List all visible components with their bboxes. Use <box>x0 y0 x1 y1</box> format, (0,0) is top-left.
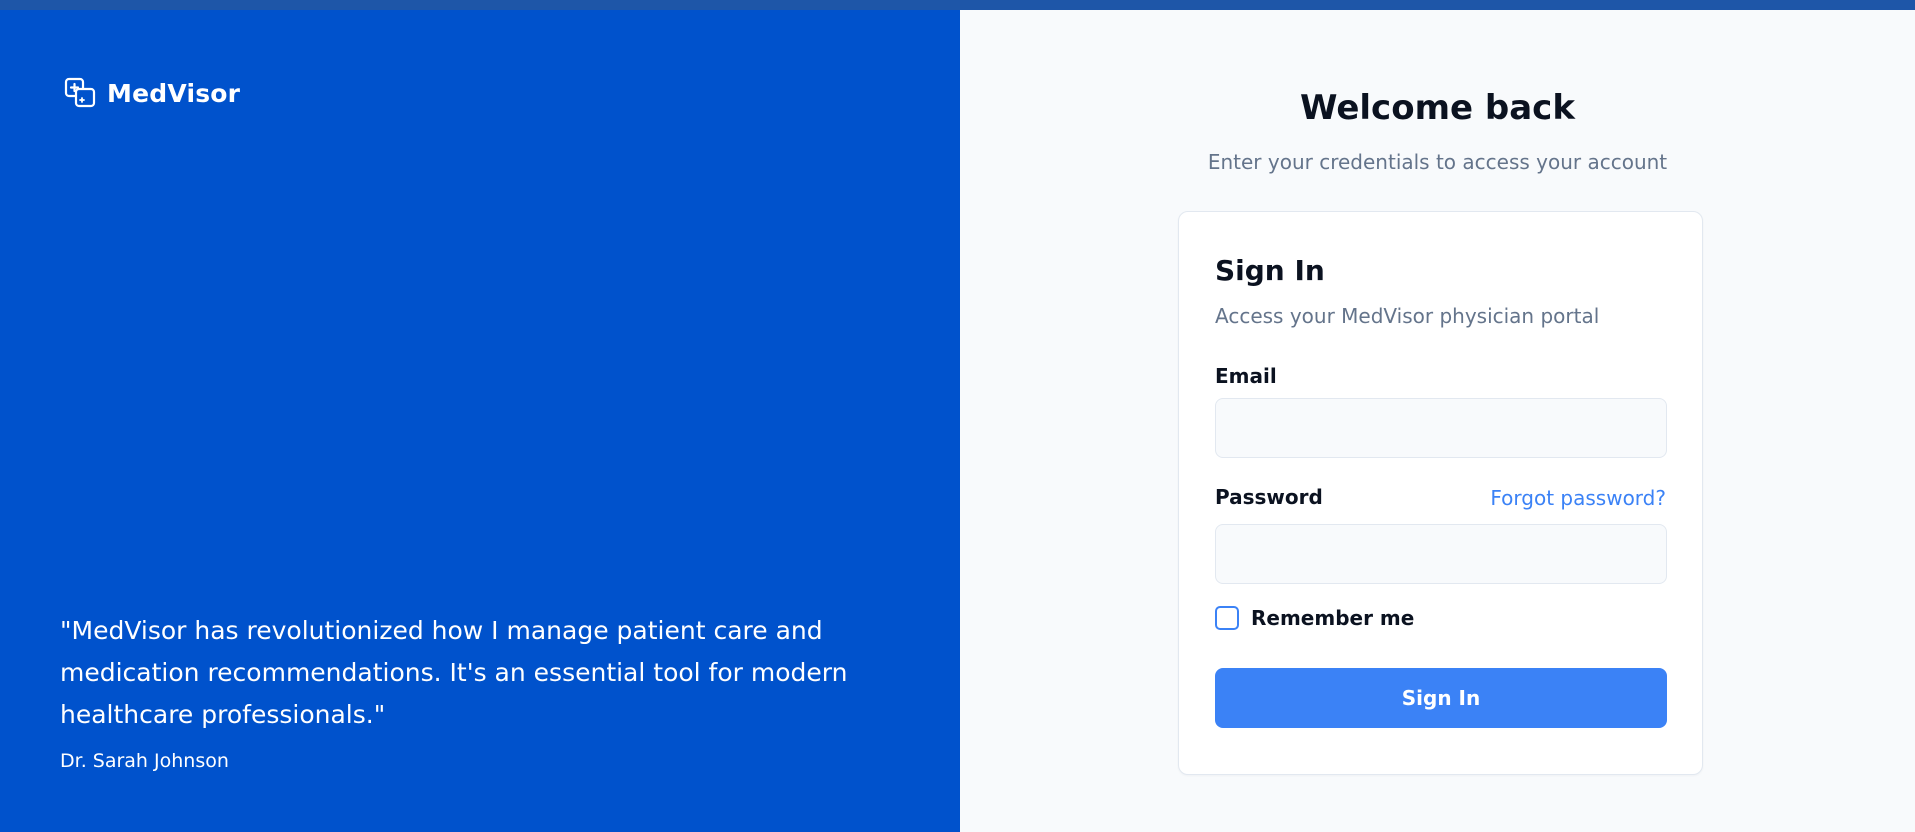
card-title: Sign In <box>1215 254 1325 287</box>
page-title: Welcome back <box>1300 88 1575 128</box>
signin-card: Sign In Access your MedVisor physician p… <box>1178 211 1703 775</box>
signin-panel: Welcome back Enter your credentials to a… <box>960 10 1915 832</box>
medvisor-logo-icon <box>64 77 96 108</box>
testimonial-quote: "MedVisor has revolutionized how I manag… <box>60 616 848 729</box>
testimonial-author: Dr. Sarah Johnson <box>60 750 229 772</box>
remember-me-checkbox[interactable] <box>1215 606 1239 630</box>
brand-panel: MedVisor "MedVisor has revolutionized ho… <box>0 10 960 832</box>
card-subtitle: Access your MedVisor physician portal <box>1215 304 1600 328</box>
forgot-password-link[interactable]: Forgot password? <box>1490 486 1666 510</box>
password-label: Password <box>1215 485 1323 509</box>
sign-in-button[interactable]: Sign In <box>1215 668 1667 728</box>
email-field[interactable] <box>1215 398 1667 458</box>
password-field[interactable] <box>1215 524 1667 584</box>
window-top-bar <box>0 0 1915 10</box>
testimonial: "MedVisor has revolutionized how I manag… <box>60 610 860 772</box>
remember-me-label[interactable]: Remember me <box>1251 606 1414 630</box>
brand-logo[interactable]: MedVisor <box>63 76 240 110</box>
remember-me-row[interactable]: Remember me <box>1215 606 1414 630</box>
page-subtitle: Enter your credentials to access your ac… <box>1207 150 1668 174</box>
brand-name: MedVisor <box>107 78 241 108</box>
email-label: Email <box>1215 364 1277 388</box>
